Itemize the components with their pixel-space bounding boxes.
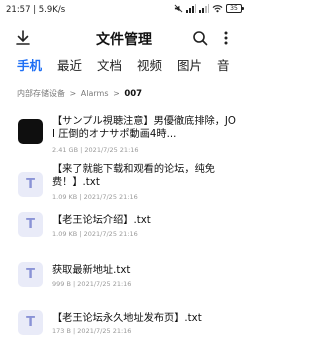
status-bar: 21:57 | 5.9K/s 35 <box>0 0 248 20</box>
text-file-letter: T <box>26 267 35 282</box>
battery-icon: 35 <box>226 4 244 13</box>
text-file-letter: T <box>26 217 35 232</box>
file-row[interactable]: T 【老王论坛永久地址发布页】.txt 173 B | 2021/7/25 21… <box>0 310 248 356</box>
tab-videos[interactable]: 视频 <box>137 55 162 74</box>
meta-separator: | <box>80 146 83 154</box>
file-meta: 1.09 KB | 2021/7/25 21:16 <box>52 230 138 238</box>
file-row[interactable]: T 【来了就能下载和观看的论坛，纯免费！】.txt 1.09 KB | 2021… <box>0 161 248 207</box>
file-size: 173 B <box>52 327 71 335</box>
file-name: 获取最新地址.txt <box>52 265 131 276</box>
file-name: 【老王论坛永久地址发布页】.txt <box>52 313 202 324</box>
meta-separator: | <box>79 230 82 238</box>
file-size: 999 B <box>52 280 71 288</box>
tab-phone[interactable]: 手机 <box>17 55 42 74</box>
wifi-icon <box>212 5 223 13</box>
file-row[interactable]: T 获取最新地址.txt 999 B | 2021/7/25 21:16 <box>0 262 248 308</box>
meta-separator: | <box>79 193 82 201</box>
category-tabs: 手机 最近 文档 视频 图片 音 <box>0 55 248 77</box>
file-meta: 1.09 KB | 2021/7/25 21:16 <box>52 193 138 201</box>
text-file-icon: T <box>18 172 43 197</box>
tab-recent[interactable]: 最近 <box>57 55 82 74</box>
header: 文件管理 <box>0 24 248 52</box>
meta-separator: | <box>73 280 76 288</box>
file-date: 2021/7/25 21:16 <box>77 280 132 288</box>
tab-audio[interactable]: 音 <box>217 55 230 74</box>
text-file-letter: T <box>26 177 35 192</box>
file-row[interactable]: 【サンプル視聴注意】男優徹底排除，JOI 圧倒的オナサポ動画4時... 2.41… <box>0 113 248 159</box>
file-size: 2.41 GB <box>52 146 79 154</box>
page-title: 文件管理 <box>96 32 152 48</box>
meta-separator: | <box>73 327 76 335</box>
breadcrumb-separator: > <box>69 89 77 98</box>
video-thumbnail <box>18 119 43 144</box>
text-file-icon: T <box>18 262 43 287</box>
text-file-icon: T <box>18 310 43 335</box>
file-row[interactable]: T 【老王论坛介绍】.txt 1.09 KB | 2021/7/25 21:16 <box>0 212 248 258</box>
text-file-letter: T <box>26 315 35 330</box>
status-icons: 35 <box>174 4 244 13</box>
file-meta: 2.41 GB | 2021/7/25 21:16 <box>52 146 139 154</box>
file-meta: 999 B | 2021/7/25 21:16 <box>52 280 131 288</box>
file-name: 【老王论坛介绍】.txt <box>52 215 151 226</box>
file-meta: 173 B | 2021/7/25 21:16 <box>52 327 131 335</box>
mute-icon <box>174 4 183 13</box>
more-options-icon[interactable] <box>218 30 234 46</box>
text-file-icon: T <box>18 212 43 237</box>
file-name: 【来了就能下载和观看的论坛，纯免费！】.txt <box>52 164 215 188</box>
file-name: 【サンプル視聴注意】男優徹底排除，JOI 圧倒的オナサポ動画4時... <box>52 116 236 140</box>
status-time-speed: 21:57 | 5.9K/s <box>6 5 66 15</box>
file-date: 2021/7/25 21:16 <box>83 193 138 201</box>
breadcrumb-current: 007 <box>124 89 143 99</box>
battery-level: 35 <box>230 5 238 12</box>
file-size: 1.09 KB <box>52 193 78 201</box>
file-size: 1.09 KB <box>52 230 78 238</box>
breadcrumb: 内部存储设备 > Alarms > 007 <box>17 88 142 99</box>
file-date: 2021/7/25 21:16 <box>77 327 132 335</box>
breadcrumb-alarms[interactable]: Alarms <box>81 89 109 98</box>
signal-icon <box>186 4 196 13</box>
breadcrumb-root[interactable]: 内部存储设备 <box>17 89 65 98</box>
search-icon[interactable] <box>192 30 208 46</box>
tab-documents[interactable]: 文档 <box>97 55 122 74</box>
signal-icon-2 <box>199 4 209 13</box>
tab-pictures[interactable]: 图片 <box>177 55 202 74</box>
breadcrumb-separator: > <box>113 89 120 98</box>
file-date: 2021/7/25 21:16 <box>83 230 138 238</box>
file-date: 2021/7/25 21:16 <box>84 146 139 154</box>
